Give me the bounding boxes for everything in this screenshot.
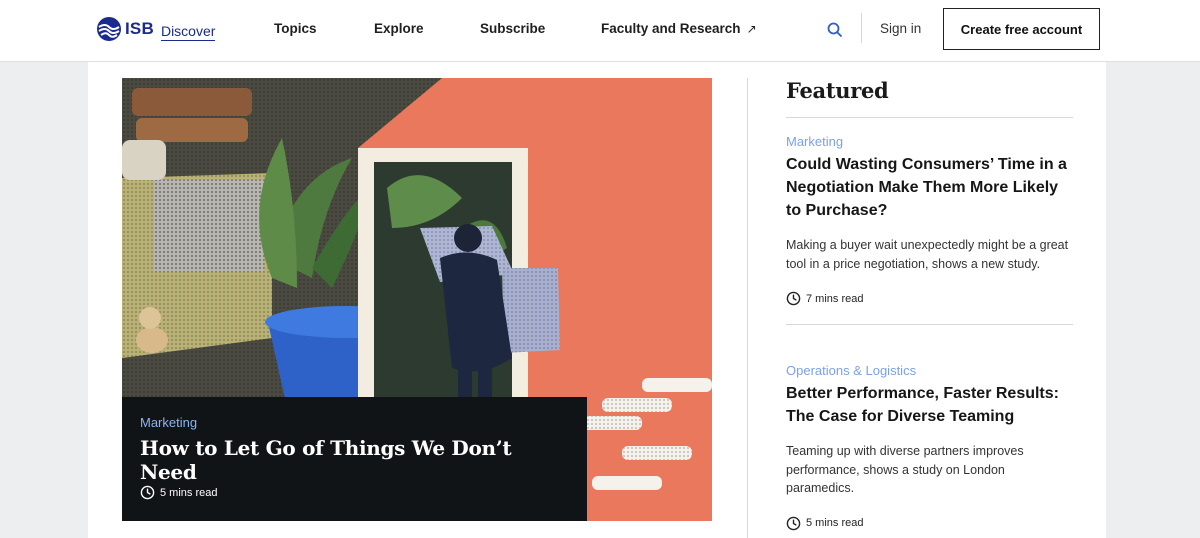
featured-article: Marketing Could Wasting Consumers’ Time … [786, 134, 1073, 325]
sign-in-link[interactable]: Sign in [880, 21, 921, 36]
hero-category[interactable]: Marketing [140, 415, 569, 430]
isb-discover-logo[interactable]: ISB Discover [96, 16, 216, 42]
article-read-time-text: 7 mins read [806, 292, 864, 305]
hero-title[interactable]: How to Let Go of Things We Don’t Need [140, 436, 569, 484]
article-read-time: 7 mins read [786, 291, 1073, 306]
article-description: Teaming up with diverse partners improve… [786, 444, 1024, 495]
header-divider [861, 13, 862, 43]
logo-brand-text: ISB [125, 19, 154, 38]
article-divider [786, 324, 1073, 325]
featured-heading: Featured [786, 78, 889, 103]
nav-faculty-and-research[interactable]: Faculty and Research ↗ [601, 21, 757, 36]
nav-faculty-label: Faculty and Research [601, 21, 741, 36]
hero-read-time: 5 mins read [140, 485, 217, 500]
clock-icon [140, 485, 155, 500]
article-read-time-text: 5 mins read [806, 517, 864, 529]
article-description: Making a buyer wait unexpectedly might b… [786, 238, 1069, 271]
article-title[interactable]: Better Performance, Faster Results: The … [786, 382, 1073, 428]
nav-topics[interactable]: Topics [274, 21, 317, 36]
search-icon[interactable] [824, 19, 846, 41]
clock-icon [786, 516, 801, 530]
column-divider [747, 78, 748, 538]
create-free-account-button[interactable]: Create free account [943, 8, 1100, 50]
featured-divider [786, 117, 1073, 118]
hero-read-time-text: 5 mins read [160, 486, 218, 499]
hero-article-card[interactable]: Marketing How to Let Go of Things We Don… [122, 397, 587, 521]
logo-product-text: Discover [160, 22, 216, 41]
article-title[interactable]: Could Wasting Consumers’ Time in a Negot… [786, 153, 1073, 222]
site-header: ISB Discover Topics Explore Subscribe Fa… [0, 0, 1200, 62]
clock-icon [786, 291, 801, 306]
article-read-time: 5 mins read [786, 516, 1073, 531]
nav-subscribe[interactable]: Subscribe [480, 21, 545, 36]
featured-article: Operations & Logistics Better Performanc… [786, 363, 1073, 531]
isb-wave-logo-icon [97, 17, 121, 41]
article-category[interactable]: Marketing [786, 134, 1073, 149]
external-arrow-icon: ↗ [746, 22, 757, 36]
article-category[interactable]: Operations & Logistics [786, 363, 1073, 378]
featured-section: Featured [786, 78, 1073, 118]
nav-explore[interactable]: Explore [374, 21, 424, 36]
main-content: Marketing How to Let Go of Things We Don… [88, 62, 1106, 538]
